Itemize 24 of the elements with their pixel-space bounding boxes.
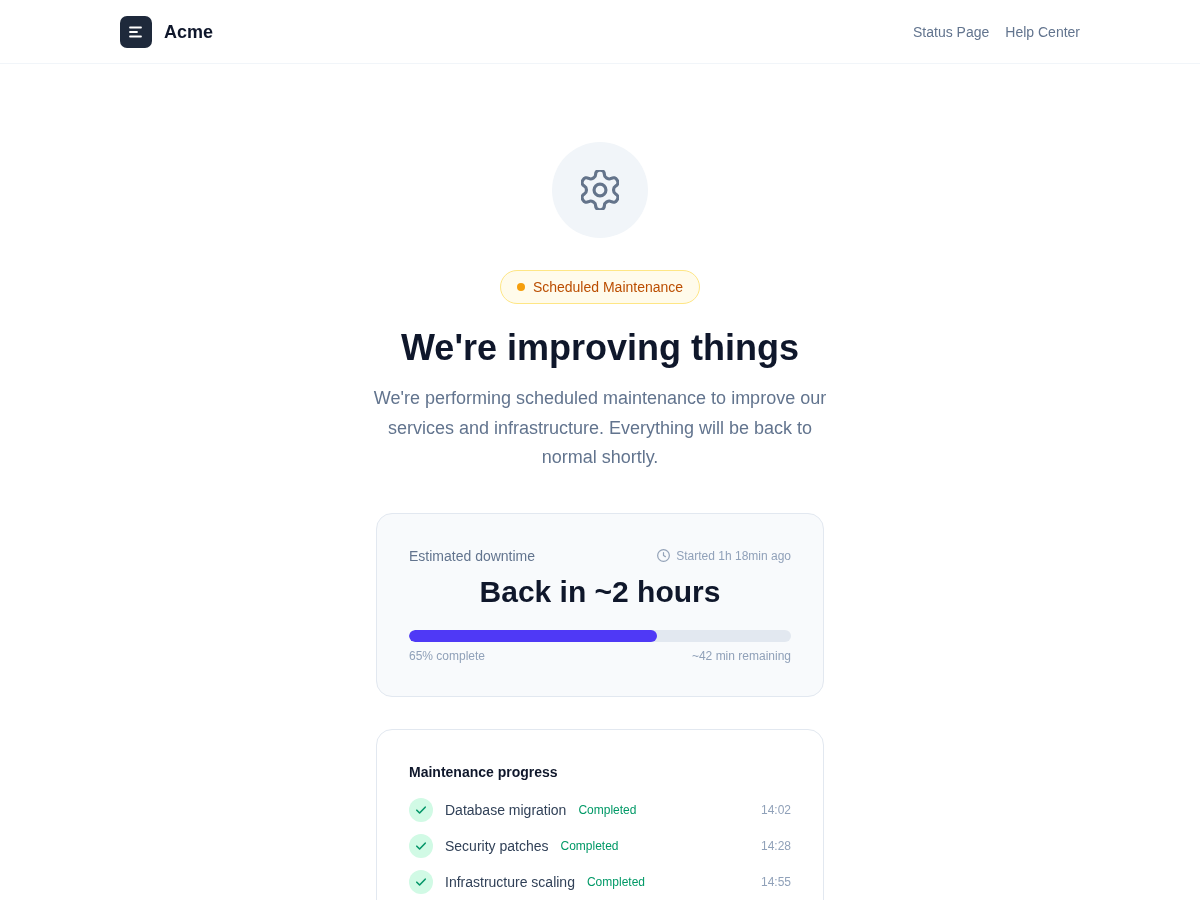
estimate-text: Back in ~2 hours (478, 573, 722, 610)
started-time-text: Started 1h 18min ago (676, 547, 791, 564)
step-name: Security patches (445, 836, 549, 856)
downtime-label: Estimated downtime (409, 546, 536, 566)
status-dot-icon (516, 283, 525, 291)
time-remaining-text: ~42 min remaining (691, 647, 791, 664)
nav-link[interactable]: Status Page (913, 21, 990, 42)
step-name: Database migration (445, 800, 567, 820)
nav-link[interactable]: Help Center (1005, 21, 1080, 42)
description-text: We're performing scheduled maintenance to improve our services and infrastructure. Everything will be back to normal shortly. (372, 387, 828, 469)
page-heading: We're improving things (401, 328, 799, 368)
clock-icon (657, 549, 671, 562)
brand-name: Acme (164, 20, 214, 44)
percent-complete-text: 65% complete (409, 647, 486, 664)
step-name: Infrastructure scaling (445, 872, 575, 892)
menu-logo-icon (120, 15, 152, 48)
step-status: Completed (560, 837, 619, 854)
badge-label: Scheduled Maintenance (532, 278, 684, 297)
step-status: Completed (578, 801, 637, 818)
step-time: 14:28 (760, 837, 791, 854)
step-time: 14:55 (760, 873, 791, 890)
step-time: 14:02 (760, 801, 791, 818)
progress-title: Maintenance progress (409, 762, 559, 782)
step-status: Completed (586, 873, 645, 890)
